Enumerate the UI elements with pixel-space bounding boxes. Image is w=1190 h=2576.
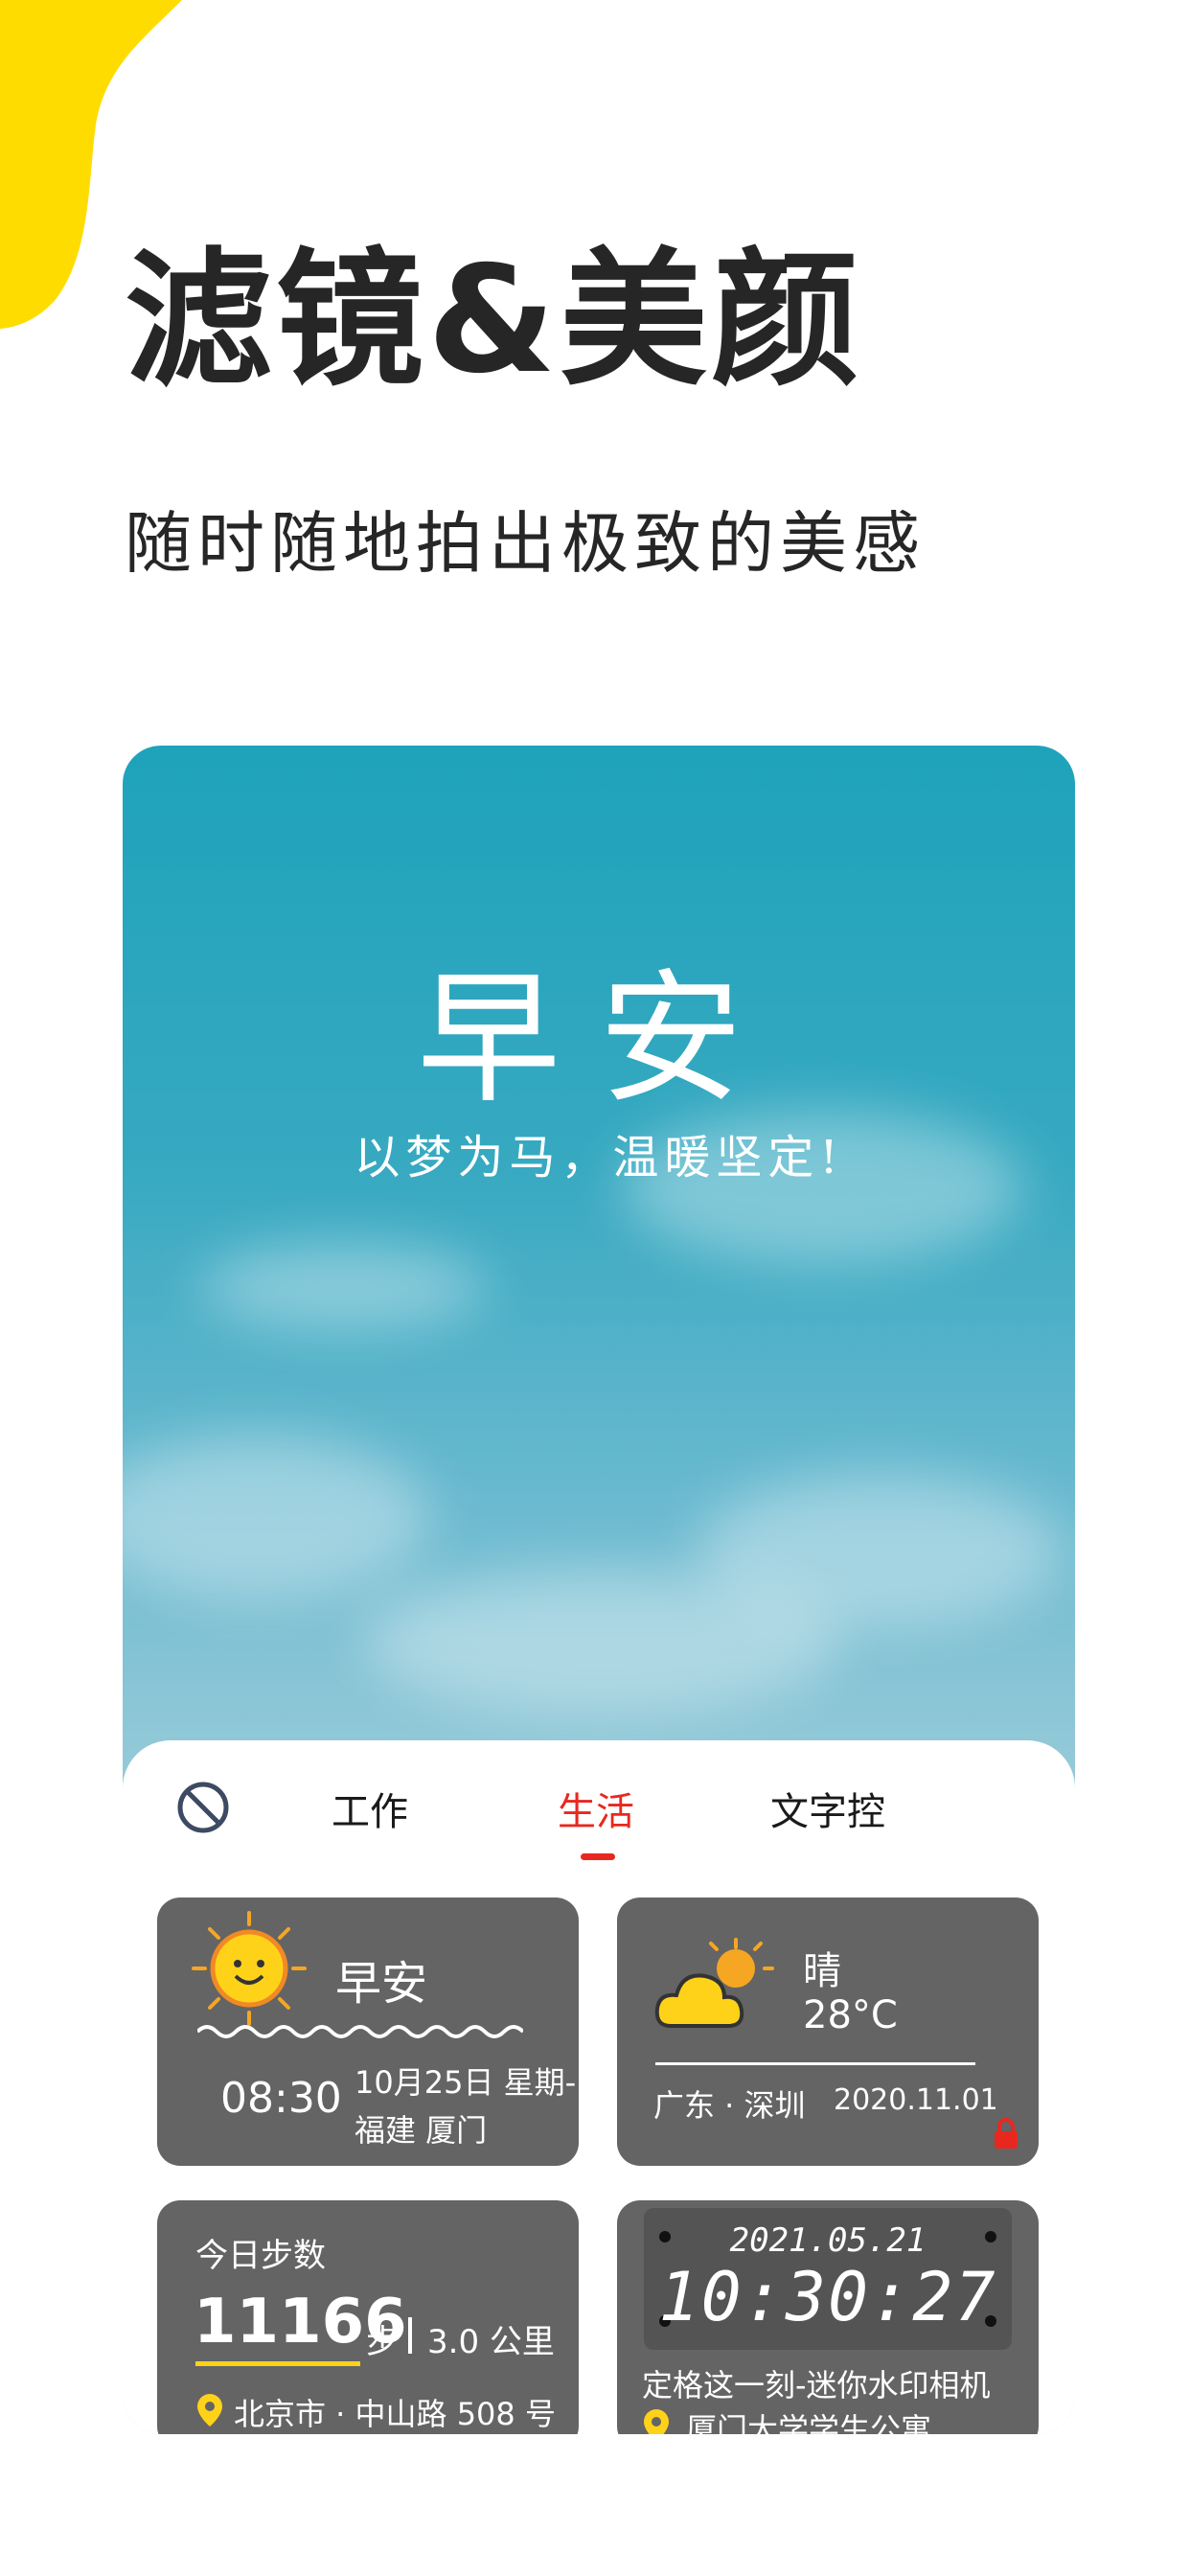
page-title: 滤镜&美颜 [125,235,863,406]
active-tab-indicator [581,1853,615,1860]
steps-unit: 步 [366,2323,399,2361]
watermark-card-morning[interactable]: 早安 08:30 10月25日 星期- 福建 厦门 [157,1898,579,2166]
clock-caption: 定格这一刻-迷你水印相机 [642,2367,991,2404]
clock-time: 10:30:27 [658,2258,997,2336]
sun-face-icon [192,1911,307,2026]
tab-life[interactable]: 生活 [558,1781,634,1836]
clock-date: 2021.05.21 [729,2221,927,2260]
morning-title: 早安 [335,1957,428,2011]
morning-time: 08:30 [220,2074,342,2123]
steps-address: 北京市 · 中山路 508 号 [234,2396,556,2432]
tab-work[interactable]: 工作 [332,1781,408,1836]
greeting-text: 早安 [416,956,781,1123]
partly-sunny-icon [654,1938,774,2028]
lock-icon [995,2118,1018,2149]
no-watermark-icon[interactable] [176,1781,230,1834]
steps-label: 今日步数 [195,2237,326,2275]
morning-location: 福建 厦门 [355,2112,488,2149]
weather-divider [655,2062,975,2065]
steps-underline [195,2361,360,2366]
watermark-card-clock[interactable]: 2021.05.21 10:30:27 定格这一刻-迷你水印相机 厦门大学学生公… [617,2200,1039,2434]
motto-text: 以梦为马，温暖坚定! [354,1131,844,1184]
photo-preview: 早安 以梦为马，温暖坚定! 工作 生活 文字控 早安 08:30 10月25日 … [123,746,1075,2434]
weather-temperature: 28°C [803,1993,898,2037]
weather-location: 广东 · 深圳 [653,2087,806,2124]
wave-divider [197,2025,523,2038]
watermark-card-steps[interactable]: 今日步数 11166 步 3.0 公里 北京市 · 中山路 508 号 [157,2200,579,2434]
watermark-panel: 工作 生活 文字控 早安 08:30 10月25日 星期- 福建 厦门 晴 28… [123,1740,1075,2434]
location-pin-icon [197,2394,222,2426]
clock-address: 厦门大学学生公寓 [686,2411,932,2434]
morning-date: 10月25日 星期- [355,2064,577,2101]
steps-distance: 3.0 公里 [427,2323,555,2361]
weather-condition: 晴 [803,1949,841,1993]
page-subtitle: 随时随地拍出极致的美感 [125,504,926,583]
weather-date: 2020.11.01 [834,2083,998,2117]
steps-separator [408,2317,412,2354]
clock-screen: 2021.05.21 10:30:27 [644,2208,1012,2350]
tab-text[interactable]: 文字控 [770,1781,885,1836]
watermark-card-weather[interactable]: 晴 28°C 广东 · 深圳 2020.11.01 [617,1898,1039,2166]
location-pin-icon [644,2409,669,2434]
